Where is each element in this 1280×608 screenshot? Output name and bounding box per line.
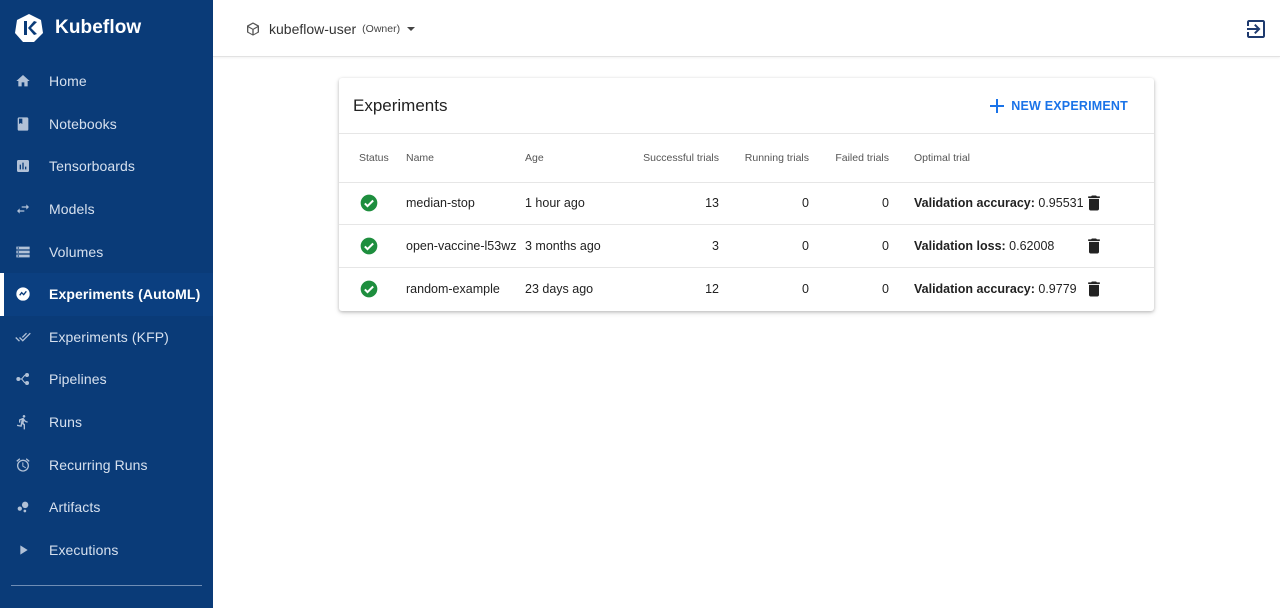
column-header-optimal[interactable]: Optimal trial <box>889 134 1084 183</box>
delete-icon[interactable] <box>1084 193 1104 213</box>
failed-trials: 0 <box>882 281 889 296</box>
namespace-role: (Owner) <box>362 23 401 35</box>
optimal-trial: Validation accuracy: 0.95531 <box>889 182 1084 226</box>
sidebar-item-label: Home <box>49 73 87 90</box>
sidebar-item-label: Volumes <box>49 243 104 260</box>
logout-icon[interactable] <box>1244 17 1268 41</box>
sidebar-item-label: Experiments (KFP) <box>49 328 169 345</box>
successful-trials: 3 <box>626 224 719 268</box>
sidebar-item-label: Experiments (AutoML) <box>49 286 201 303</box>
successful-trials: 13 <box>626 182 719 226</box>
run-icon <box>14 413 32 431</box>
failed-trials: 0 <box>809 182 889 226</box>
sidebar-item-label: Models <box>49 201 95 218</box>
running-trials: 0 <box>719 182 809 226</box>
optimal-trial-metric: Validation accuracy: <box>914 281 1035 296</box>
experiment-age: 3 months ago <box>525 224 626 268</box>
plus-icon <box>990 99 1005 113</box>
optimal-trial-value: 0.95531 <box>1038 196 1084 211</box>
experiment-name[interactable]: random-example <box>391 267 525 310</box>
experiments-card: Experiments NEW EXPERIMENT Status Name A… <box>339 78 1154 311</box>
delete-icon[interactable] <box>1084 279 1104 299</box>
new-experiment-button[interactable]: NEW EXPERIMENT <box>990 95 1128 117</box>
check-double-icon <box>14 328 32 346</box>
sidebar-item-label: Pipelines <box>49 371 107 388</box>
table-row[interactable]: median-stop 1 hour ago 13 0 0 Validation… <box>339 182 1154 226</box>
column-header-actions <box>1084 134 1154 183</box>
experiments-table: Status Name Age Successful trials Runnin… <box>339 134 1154 310</box>
experiment-age: 1 hour ago <box>525 182 626 226</box>
experiment-age: 23 days ago <box>525 281 594 296</box>
sidebar-item-home[interactable]: Home <box>0 60 213 103</box>
sidebar-item-recurring-runs[interactable]: Recurring Runs <box>0 443 213 486</box>
sidebar-item-artifacts[interactable]: Artifacts <box>0 486 213 529</box>
sidebar-item-notebooks[interactable]: Notebooks <box>0 103 213 146</box>
sidebar-item-models[interactable]: Models <box>0 188 213 231</box>
brand[interactable]: Kubeflow <box>14 12 141 44</box>
pipeline-icon <box>14 370 32 388</box>
column-header-name[interactable]: Name <box>391 134 525 183</box>
success-check-icon <box>360 280 378 298</box>
optimal-trial: Validation accuracy: 0.9779 <box>889 267 1084 310</box>
home-icon <box>14 72 32 90</box>
column-header-successful[interactable]: Successful trials <box>626 134 719 183</box>
sidebar-divider <box>11 585 202 586</box>
namespace-selector[interactable]: kubeflow-user (Owner) <box>245 18 416 40</box>
sidebar-item-executions[interactable]: Executions <box>0 529 213 572</box>
sidebar-item-label: Recurring Runs <box>49 456 148 473</box>
sidebar: Kubeflow Home Notebooks Tensorboards Mod… <box>0 0 213 608</box>
sidebar-item-experiments-kfp[interactable]: Experiments (KFP) <box>0 316 213 359</box>
caret-down-icon <box>407 27 416 31</box>
optimal-trial: Validation loss: 0.62008 <box>889 224 1084 268</box>
alarm-icon <box>14 456 32 474</box>
success-check-icon <box>360 237 378 255</box>
sidebar-item-pipelines[interactable]: Pipelines <box>0 358 213 401</box>
sidebar-nav: Home Notebooks Tensorboards Models Volum… <box>0 60 213 571</box>
optimal-trial-value: 0.9779 <box>1038 281 1077 296</box>
sidebar-item-tensorboards[interactable]: Tensorboards <box>0 145 213 188</box>
column-header-running[interactable]: Running trials <box>719 134 809 183</box>
sidebar-item-volumes[interactable]: Volumes <box>0 230 213 273</box>
kubeflow-logo-icon <box>15 14 43 42</box>
sidebar-item-runs[interactable]: Runs <box>0 401 213 444</box>
success-check-icon <box>360 194 378 212</box>
table-header-row: Status Name Age Successful trials Runnin… <box>339 134 1154 183</box>
arrows-icon <box>14 200 32 218</box>
optimal-trial-metric: Validation accuracy: <box>914 196 1035 211</box>
card-title: Experiments <box>353 96 448 115</box>
table-row[interactable]: open-vaccine-l53wz 3 months ago 3 0 0 Va… <box>339 224 1154 268</box>
play-icon <box>14 541 32 559</box>
cube-icon <box>247 22 259 36</box>
storage-icon <box>14 243 32 261</box>
failed-trials: 0 <box>809 224 889 268</box>
successful-trials: 12 <box>705 281 719 296</box>
notebook-icon <box>14 115 32 133</box>
sidebar-item-label: Executions <box>49 541 119 558</box>
optimal-trial-metric: Validation loss: <box>914 238 1006 253</box>
column-header-status[interactable]: Status <box>339 134 391 183</box>
column-header-age[interactable]: Age <box>525 134 626 183</box>
running-trials: 0 <box>719 224 809 268</box>
running-trials: 0 <box>802 281 809 296</box>
table-row[interactable]: random-example 23 days ago 12 0 0 Valida… <box>339 267 1154 310</box>
experiment-name[interactable]: open-vaccine-l53wz <box>391 224 525 268</box>
namespace-name: kubeflow-user <box>269 21 357 37</box>
experiment-icon <box>14 285 32 303</box>
card-header: Experiments NEW EXPERIMENT <box>339 78 1154 134</box>
new-experiment-label: NEW EXPERIMENT <box>1011 99 1128 113</box>
sidebar-item-label: Artifacts <box>49 499 101 516</box>
brand-name: Kubeflow <box>55 17 142 38</box>
sidebar-item-experiments-automl[interactable]: Experiments (AutoML) <box>0 272 213 316</box>
bubbles-icon <box>14 498 32 516</box>
column-header-failed[interactable]: Failed trials <box>809 134 889 183</box>
sidebar-item-label: Tensorboards <box>49 158 136 175</box>
top-bar: kubeflow-user (Owner) <box>213 0 1280 57</box>
sidebar-item-label: Notebooks <box>49 115 117 132</box>
chart-icon <box>14 157 32 175</box>
delete-icon[interactable] <box>1084 236 1104 256</box>
experiment-name[interactable]: median-stop <box>391 182 525 226</box>
optimal-trial-value: 0.62008 <box>1009 238 1055 253</box>
sidebar-item-label: Runs <box>49 414 83 431</box>
